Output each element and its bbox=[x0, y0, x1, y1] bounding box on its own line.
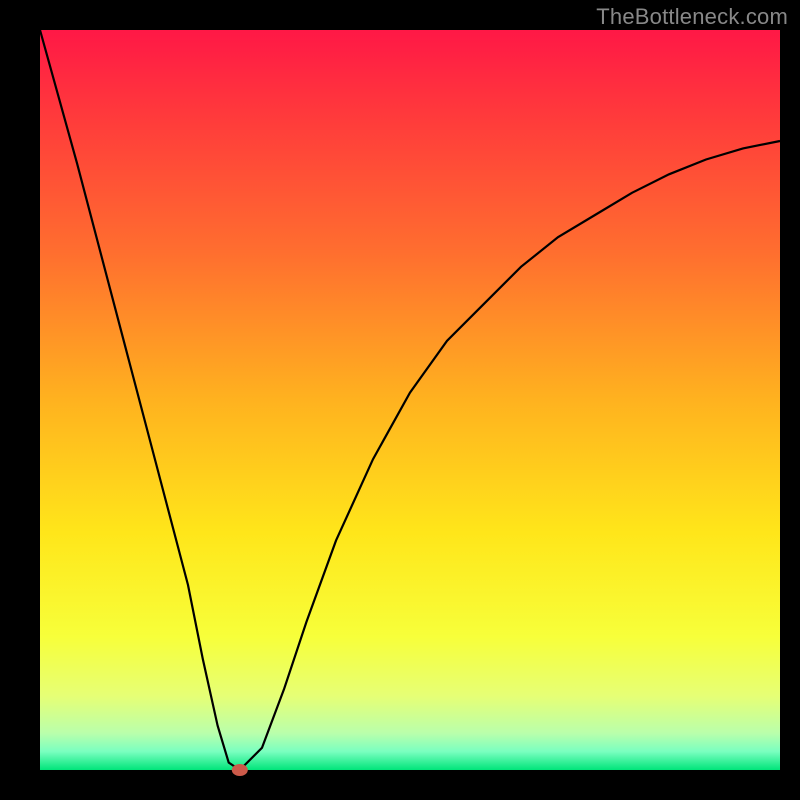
bottleneck-chart bbox=[0, 0, 800, 800]
watermark-text: TheBottleneck.com bbox=[596, 4, 788, 30]
plot-background bbox=[40, 30, 780, 770]
optimal-point-marker bbox=[232, 764, 248, 776]
